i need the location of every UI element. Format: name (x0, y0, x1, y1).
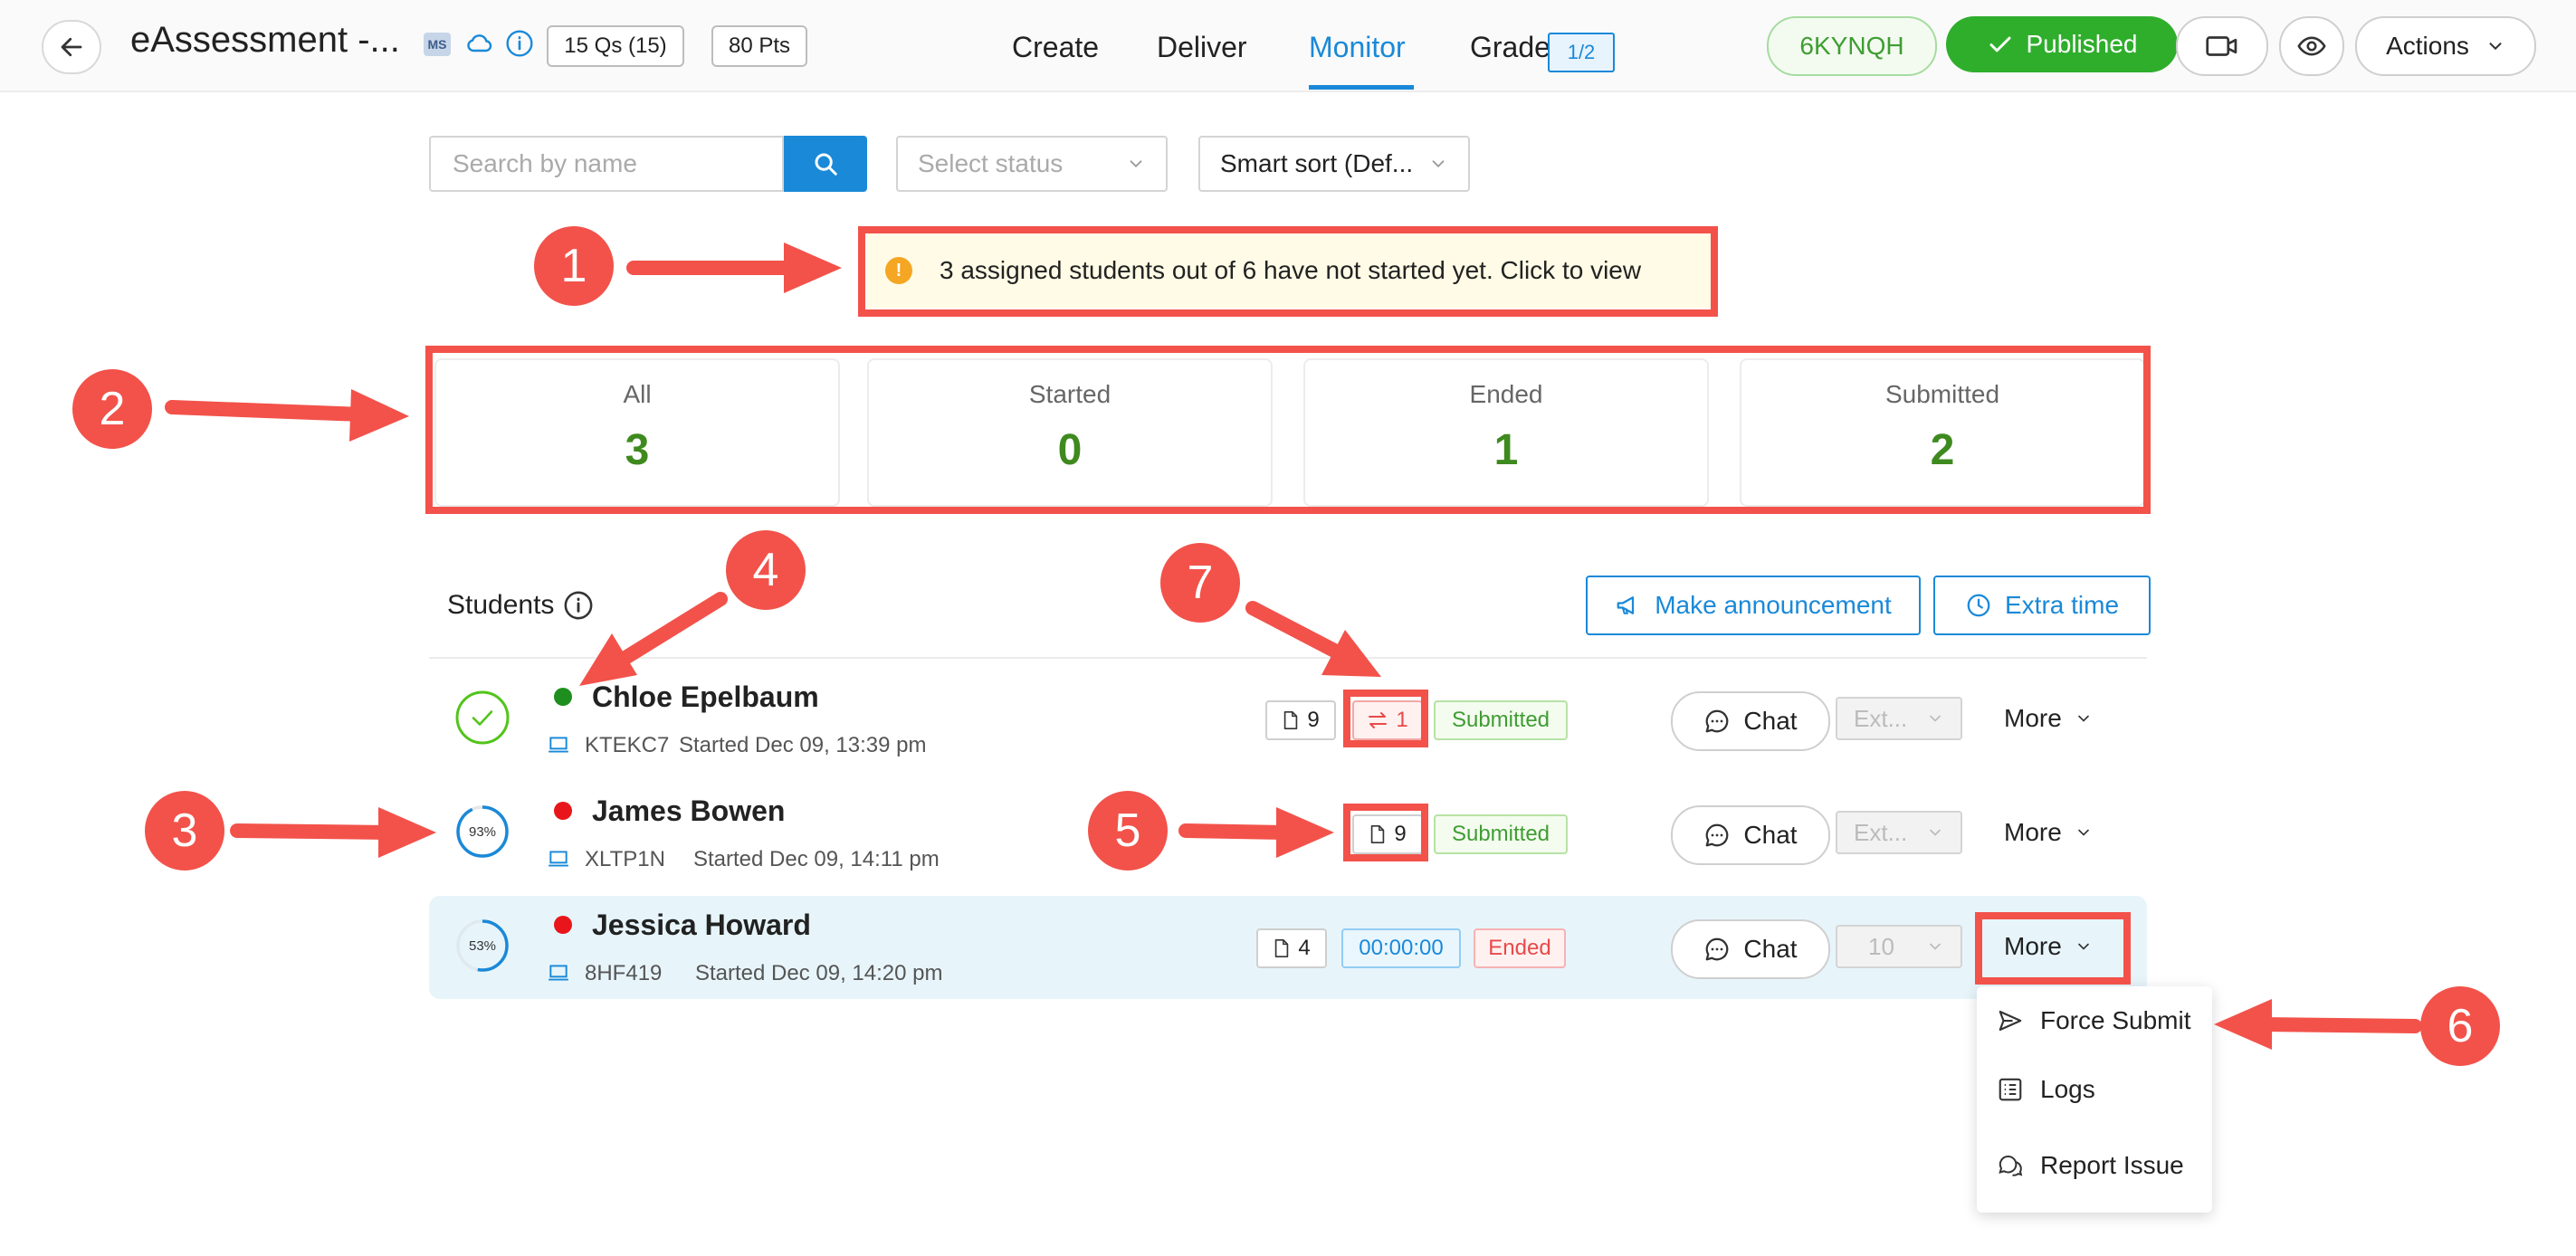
annotation-badge-1: 1 (534, 226, 614, 306)
annotation-arrows (165, 243, 2422, 1050)
annotation-badge-3: 3 (145, 791, 224, 871)
annotation-badge-6: 6 (2420, 986, 2500, 1066)
annotation-badge-7: 7 (1160, 543, 1240, 623)
annotation-badge-4: 4 (726, 530, 806, 610)
annotation-badge-5: 5 (1088, 791, 1168, 871)
annotation-badge-2: 2 (72, 369, 152, 449)
